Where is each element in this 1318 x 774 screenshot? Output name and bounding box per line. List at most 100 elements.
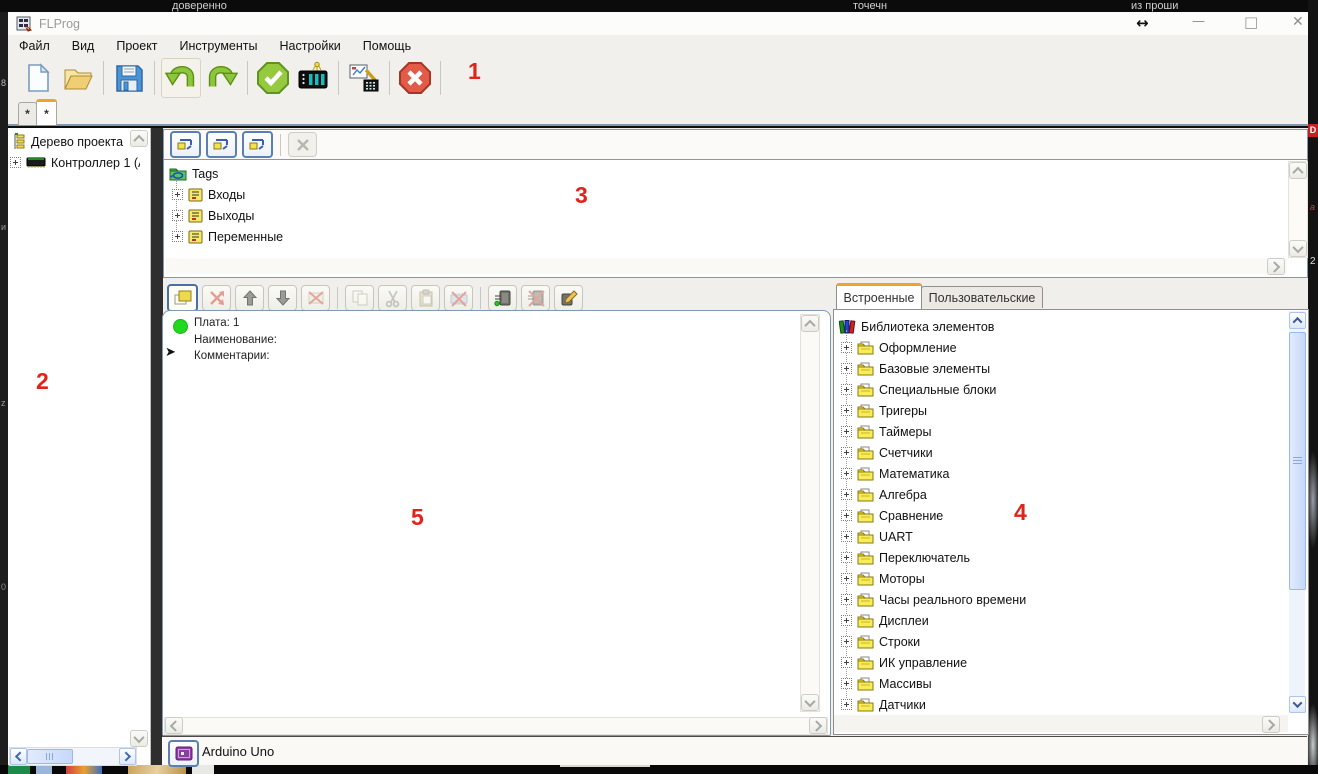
project-tree-root[interactable]: Дерево проекта	[13, 131, 123, 152]
remove-board-button[interactable]	[301, 285, 330, 311]
move-up-button[interactable]	[235, 285, 264, 311]
expander-icon[interactable]	[841, 342, 852, 353]
library-folder-row[interactable]: Строки	[841, 631, 1026, 652]
edit-block-button[interactable]	[554, 285, 583, 311]
scroll-right-button[interactable]	[1262, 716, 1280, 733]
project-tree-hscrollbar[interactable]	[9, 747, 137, 766]
board-hscrollbar[interactable]	[164, 717, 828, 735]
new-project-button[interactable]	[19, 59, 57, 97]
expander-icon[interactable]	[841, 531, 852, 542]
tags-hscrollbar[interactable]	[165, 258, 1287, 275]
expander-icon[interactable]	[841, 552, 852, 563]
scroll-thumb[interactable]	[1289, 332, 1306, 590]
controller-node[interactable]: Контроллер 1 (A	[10, 152, 140, 173]
board-vscrollbar[interactable]	[800, 314, 820, 712]
insert-output-button[interactable]	[521, 285, 550, 311]
cut-button[interactable]	[378, 285, 407, 311]
move-down-button[interactable]	[268, 285, 297, 311]
library-folder-row[interactable]: Таймеры	[841, 421, 1026, 442]
close-button[interactable]: ✕	[1292, 14, 1304, 30]
expander-icon[interactable]	[841, 363, 852, 374]
scroll-right-button[interactable]	[809, 717, 827, 734]
expander-icon[interactable]	[841, 447, 852, 458]
tags-root-node[interactable]: Tags	[169, 163, 218, 184]
remove-block-button[interactable]	[444, 285, 473, 311]
add-board-button[interactable]	[167, 284, 198, 312]
add-tag-3-button[interactable]	[242, 131, 273, 158]
library-folder-row[interactable]: Счетчики	[841, 442, 1026, 463]
library-tab-user[interactable]: Пользовательские	[921, 286, 1043, 308]
expander-icon[interactable]	[841, 636, 852, 647]
swap-boards-button[interactable]	[202, 285, 231, 311]
menu-item-project[interactable]: Проект	[105, 39, 168, 53]
controller-select-button[interactable]	[168, 740, 199, 767]
library-folder-row[interactable]: Математика	[841, 463, 1026, 484]
library-folder-row[interactable]: UART	[841, 526, 1026, 547]
scroll-down-button[interactable]	[1289, 240, 1307, 257]
paste-button[interactable]	[411, 285, 440, 311]
open-project-button[interactable]	[59, 59, 97, 97]
taskbar-icon[interactable]	[8, 765, 30, 774]
library-folder-row[interactable]: Часы реального времени	[841, 589, 1026, 610]
delete-tag-button[interactable]	[288, 132, 317, 157]
scroll-down-button[interactable]	[1289, 696, 1306, 713]
expander-icon[interactable]	[172, 189, 183, 200]
scroll-left-button[interactable]	[165, 717, 183, 734]
library-folder-row[interactable]: Датчики	[841, 694, 1026, 715]
expander-icon[interactable]	[841, 489, 852, 500]
tags-node-inputs[interactable]: Входы	[172, 184, 245, 205]
library-folder-row[interactable]: Алгебра	[841, 484, 1026, 505]
library-folder-row[interactable]: Массивы	[841, 673, 1026, 694]
expander-icon[interactable]	[841, 573, 852, 584]
taskbar-icon[interactable]	[36, 765, 52, 774]
scroll-down-button[interactable]	[801, 694, 819, 711]
expander-icon[interactable]	[841, 384, 852, 395]
scroll-up-button[interactable]	[1289, 312, 1306, 329]
library-folder-row[interactable]: Дисплеи	[841, 610, 1026, 631]
library-folder-row[interactable]: Специальные блоки	[841, 379, 1026, 400]
minimize-button[interactable]: —	[1192, 14, 1205, 29]
library-folder-row[interactable]: Переключатель	[841, 547, 1026, 568]
tags-vscrollbar[interactable]	[1288, 161, 1308, 258]
expander-icon[interactable]	[841, 657, 852, 668]
library-folder-row[interactable]: Моторы	[841, 568, 1026, 589]
maximize-button[interactable]: □	[1244, 13, 1258, 31]
expander-icon[interactable]	[841, 678, 852, 689]
menu-item-file[interactable]: Файл	[8, 39, 61, 53]
library-tab-builtin[interactable]: Встроенные	[836, 283, 922, 309]
scroll-up-button[interactable]	[801, 315, 819, 332]
library-vscrollbar[interactable]	[1289, 311, 1306, 713]
monitoring-button[interactable]	[345, 59, 383, 97]
menu-item-tools[interactable]: Инструменты	[169, 39, 269, 53]
expander-icon[interactable]	[841, 510, 852, 521]
project-tree-vscrollbar[interactable]	[129, 129, 148, 747]
scroll-left-button[interactable]	[10, 748, 27, 765]
expander-icon[interactable]	[841, 468, 852, 479]
library-folder-row[interactable]: Сравнение	[841, 505, 1026, 526]
expander-icon[interactable]	[172, 231, 183, 242]
library-folder-row[interactable]: Оформление	[841, 337, 1026, 358]
undo-button[interactable]	[161, 57, 201, 98]
scroll-down-button[interactable]	[130, 730, 148, 747]
save-project-button[interactable]	[110, 59, 148, 97]
expander-icon[interactable]	[841, 615, 852, 626]
library-root-node[interactable]: Библиотека элементов	[839, 316, 994, 337]
expander-icon[interactable]	[841, 426, 852, 437]
board-panel[interactable]: Плата: 1 Наименование: ➤ Комментарии:	[162, 310, 831, 736]
add-tag-1-button[interactable]	[170, 131, 201, 158]
document-tab-1[interactable]: *	[18, 102, 37, 125]
library-folder-row[interactable]: Тригеры	[841, 400, 1026, 421]
menu-item-settings[interactable]: Настройки	[269, 39, 352, 53]
scroll-right-button[interactable]	[119, 748, 136, 765]
insert-input-button[interactable]	[488, 285, 517, 311]
expander-icon[interactable]	[841, 405, 852, 416]
scroll-up-button[interactable]	[130, 130, 148, 147]
scroll-thumb[interactable]	[27, 749, 73, 764]
taskbar-icon[interactable]	[66, 765, 102, 774]
menu-item-help[interactable]: Помощь	[352, 39, 422, 53]
tags-node-variables[interactable]: Переменные	[172, 226, 283, 247]
expander-icon[interactable]	[841, 594, 852, 605]
scroll-up-button[interactable]	[1289, 162, 1307, 179]
expander-icon[interactable]	[172, 210, 183, 221]
upload-to-controller-button[interactable]	[294, 59, 332, 97]
